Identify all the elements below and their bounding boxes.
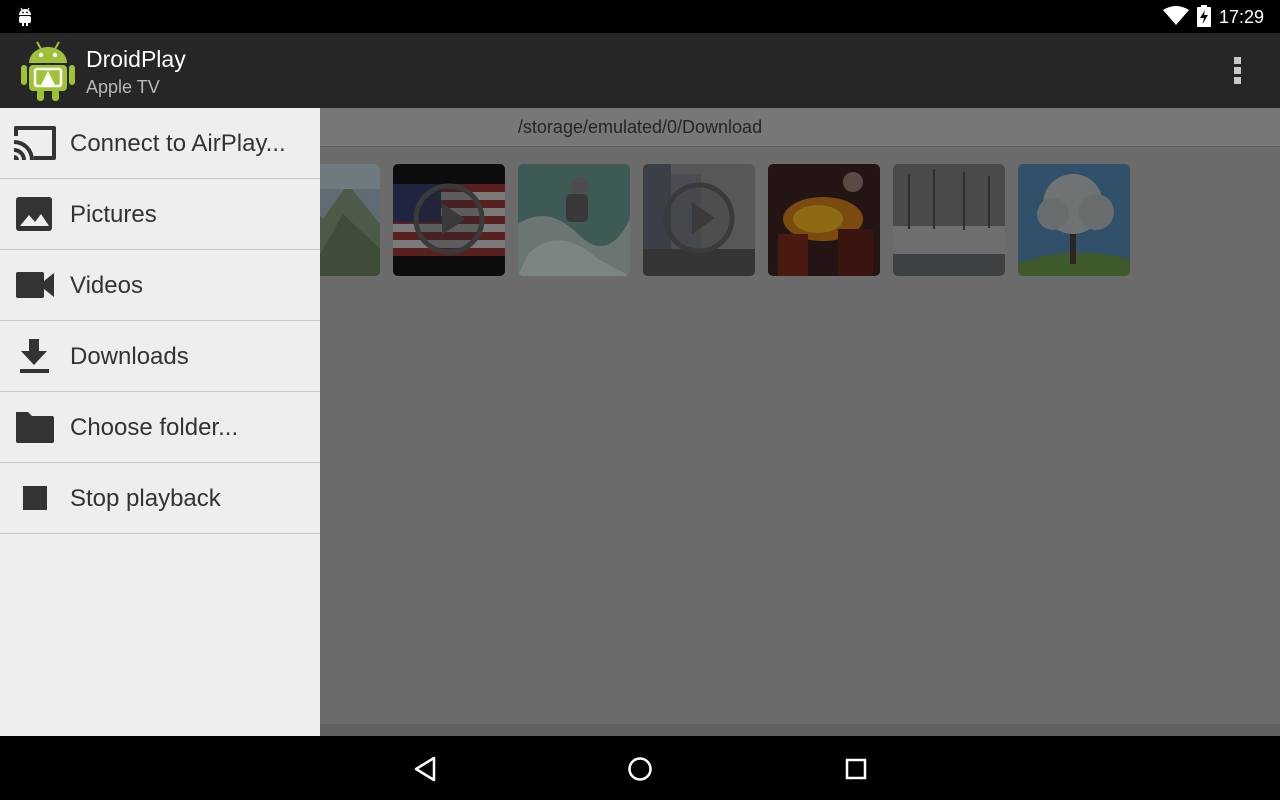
download-icon [20,339,49,373]
android-notification-icon [19,7,31,26]
drawer-item-downloads[interactable]: Downloads [0,321,320,392]
battery-charging-icon [1197,5,1211,27]
drawer-item-pictures[interactable]: Pictures [0,179,320,250]
action-bar: DroidPlay Apple TV [0,33,1280,108]
city-street-video[interactable] [643,164,755,276]
drawer-label-choose-folder: Choose folder... [70,414,239,441]
droidplay-app-icon[interactable] [20,40,76,102]
back-icon[interactable] [408,752,442,786]
drawer-label-pictures: Pictures [70,201,157,228]
home-icon[interactable] [623,752,657,786]
drawer-item-videos[interactable]: Videos [0,250,320,321]
videocam-icon [16,272,54,298]
cast-icon [14,126,56,160]
drawer-item-connect-airplay[interactable]: Connect to AirPlay... [0,108,320,179]
blossom-tree-photo[interactable] [1018,164,1130,276]
fire-breather-photo[interactable] [768,164,880,276]
system-navigation-bar [0,736,1280,800]
app-title: DroidPlay [86,46,186,72]
drawer-label-downloads: Downloads [70,343,189,370]
status-bar: 17:29 [0,0,1280,33]
american-flag-video[interactable] [393,164,505,276]
drawer-item-stop-playback[interactable]: Stop playback [0,463,320,534]
winter-trees-photo[interactable] [893,164,1005,276]
kayak-photo[interactable] [518,164,630,276]
status-clock: 17:29 [1219,7,1265,27]
drawer-label-connect-airplay: Connect to AirPlay... [70,130,286,157]
drawer-label-videos: Videos [70,272,143,299]
folder-icon [16,412,54,443]
image-icon [16,197,52,231]
navigation-drawer: Connect to AirPlay... Pictures Videos Do… [0,108,320,736]
wifi-icon [1163,6,1189,25]
drawer-item-choose-folder[interactable]: Choose folder... [0,392,320,463]
stop-icon [23,486,47,510]
overflow-menu-icon[interactable] [1228,55,1248,87]
recents-icon[interactable] [839,752,873,786]
device-subtitle: Apple TV [86,77,160,97]
drawer-label-stop-playback: Stop playback [70,485,221,512]
